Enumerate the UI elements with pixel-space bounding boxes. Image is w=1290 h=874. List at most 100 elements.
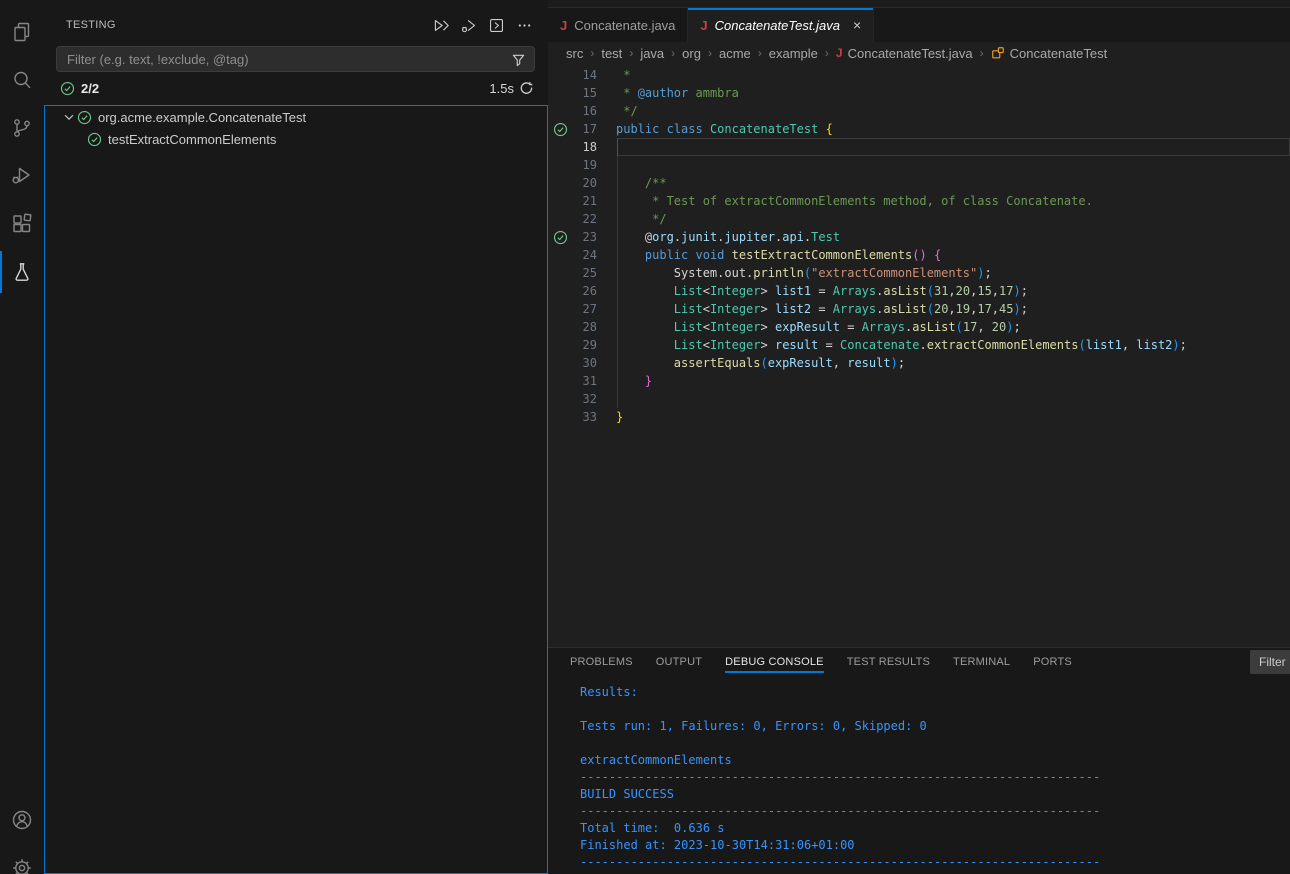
code-line[interactable]: 31 } bbox=[548, 372, 1290, 390]
code-line[interactable]: 14 * bbox=[548, 66, 1290, 84]
code-text: /** bbox=[616, 176, 667, 190]
code-line[interactable]: 29 List<Integer> result = Concatenate.ex… bbox=[548, 336, 1290, 354]
breadcrumb-item[interactable]: org bbox=[682, 46, 701, 61]
editor-tab[interactable]: JConcatenateTest.java× bbox=[688, 8, 874, 42]
settings-gear-icon[interactable] bbox=[0, 844, 44, 874]
code-line[interactable]: 28 List<Integer> expResult = Arrays.asLi… bbox=[548, 318, 1290, 336]
pass-count: 2/2 bbox=[81, 81, 489, 96]
console-line: ----------------------------------------… bbox=[580, 804, 1290, 821]
panel-tab-problems[interactable]: PROBLEMS bbox=[570, 648, 633, 676]
filter-funnel-icon[interactable] bbox=[511, 52, 526, 67]
breadcrumb-item[interactable]: acme bbox=[719, 46, 751, 61]
panel-tab-ports[interactable]: PORTS bbox=[1033, 648, 1072, 676]
code-text: List<Integer> expResult = Arrays.asList(… bbox=[616, 320, 1021, 334]
code-line[interactable]: 25 System.out.println("extractCommonElem… bbox=[548, 264, 1290, 282]
code-text: List<Integer> result = Concatenate.extra… bbox=[616, 338, 1187, 352]
line-number: 27 bbox=[548, 302, 597, 316]
code-text: * @author ammbra bbox=[616, 86, 739, 100]
code-line[interactable]: 33} bbox=[548, 408, 1290, 426]
breadcrumb-separator: › bbox=[590, 46, 594, 60]
panel-tab-test-results[interactable]: TEST RESULTS bbox=[847, 648, 930, 676]
breadcrumb-item[interactable]: JConcatenateTest.java bbox=[836, 46, 973, 61]
code-line[interactable]: 18 bbox=[548, 138, 1290, 156]
line-number: 19 bbox=[548, 158, 597, 172]
editor-tab[interactable]: JConcatenate.java bbox=[548, 8, 688, 42]
console-line: Finished at: 2023-10-30T14:31:06+01:00 bbox=[580, 838, 1290, 855]
refresh-icon[interactable] bbox=[519, 81, 534, 96]
code-text: public class ConcatenateTest { bbox=[616, 122, 833, 136]
testing-icon[interactable] bbox=[0, 248, 44, 296]
code-text: } bbox=[616, 410, 623, 424]
panel-tab-terminal[interactable]: TERMINAL bbox=[953, 648, 1010, 676]
code-line[interactable]: 19 bbox=[548, 156, 1290, 174]
run-all-icon[interactable] bbox=[429, 14, 451, 36]
panel-tab-output[interactable]: OUTPUT bbox=[656, 648, 702, 676]
console-line: ----------------------------------------… bbox=[580, 855, 1290, 872]
test-pass-gutter-icon[interactable] bbox=[553, 230, 567, 244]
test-filter-input[interactable]: Filter (e.g. text, !exclude, @tag) bbox=[56, 46, 535, 72]
code-line[interactable]: 27 List<Integer> list2 = Arrays.asList(2… bbox=[548, 300, 1290, 318]
open-results-icon[interactable] bbox=[485, 14, 507, 36]
console-filter-input[interactable]: Filter bbox=[1250, 650, 1290, 674]
code-line[interactable]: 20 /** bbox=[548, 174, 1290, 192]
editor-tabs: JConcatenate.javaJConcatenateTest.java× bbox=[548, 8, 1290, 42]
test-label: testExtractCommonElements bbox=[108, 132, 276, 147]
breadcrumb-item[interactable]: java bbox=[640, 46, 664, 61]
line-number: 24 bbox=[548, 248, 597, 262]
panel-tab-debug-console[interactable]: DEBUG CONSOLE bbox=[725, 648, 824, 676]
sidebar-header: TESTING bbox=[44, 12, 548, 38]
vscode-window: TESTING Filter (e.g. text, !exclude, @ta… bbox=[0, 0, 1290, 874]
code-line[interactable]: 30 assertEquals(expResult, result); bbox=[548, 354, 1290, 372]
debug-all-icon[interactable] bbox=[457, 14, 479, 36]
java-file-icon: J bbox=[560, 18, 567, 33]
code-text: assertEquals(expResult, result); bbox=[616, 356, 905, 370]
test-tree-item[interactable]: org.acme.example.ConcatenateTest bbox=[45, 106, 547, 128]
breadcrumb-item[interactable]: test bbox=[601, 46, 622, 61]
more-actions-icon[interactable] bbox=[513, 14, 535, 36]
explorer-icon[interactable] bbox=[0, 8, 44, 56]
indent-guide bbox=[617, 138, 618, 408]
panel-tabs: PROBLEMS OUTPUT DEBUG CONSOLE TEST RESULTS T… bbox=[548, 648, 1290, 676]
line-number: 20 bbox=[548, 176, 597, 190]
extensions-icon[interactable] bbox=[0, 200, 44, 248]
console-line: ----------------------------------------… bbox=[580, 770, 1290, 787]
test-label: org.acme.example.ConcatenateTest bbox=[98, 110, 306, 125]
code-text: public void testExtractCommonElements() … bbox=[616, 248, 941, 262]
test-tree: org.acme.example.ConcatenateTest testExtr… bbox=[44, 105, 548, 874]
breadcrumb-item[interactable]: example bbox=[769, 46, 818, 61]
search-icon[interactable] bbox=[0, 56, 44, 104]
class-symbol-icon bbox=[991, 46, 1005, 60]
test-duration: 1.5s bbox=[489, 81, 514, 96]
code-line[interactable]: 32 bbox=[548, 390, 1290, 408]
breadcrumb-item[interactable]: src bbox=[566, 46, 583, 61]
line-number: 21 bbox=[548, 194, 597, 208]
code-line[interactable]: 24 public void testExtractCommonElements… bbox=[548, 246, 1290, 264]
test-pass-gutter-icon[interactable] bbox=[553, 122, 567, 136]
code-line[interactable]: 23 @org.junit.jupiter.api.Test bbox=[548, 228, 1290, 246]
account-icon[interactable] bbox=[0, 796, 44, 844]
breadcrumb-separator: › bbox=[825, 46, 829, 60]
activity-bar bbox=[0, 0, 44, 874]
line-number: 15 bbox=[548, 86, 597, 100]
sidebar-title: TESTING bbox=[66, 19, 429, 31]
code-line[interactable]: 26 List<Integer> list1 = Arrays.asList(3… bbox=[548, 282, 1290, 300]
code-line[interactable]: 16 */ bbox=[548, 102, 1290, 120]
code-line[interactable]: 22 */ bbox=[548, 210, 1290, 228]
code-line[interactable]: 17public class ConcatenateTest { bbox=[548, 120, 1290, 138]
line-number: 31 bbox=[548, 374, 597, 388]
source-control-icon[interactable] bbox=[0, 104, 44, 152]
code-text: System.out.println("extractCommonElement… bbox=[616, 266, 992, 280]
code-line[interactable]: 15 * @author ammbra bbox=[548, 84, 1290, 102]
test-tree-item[interactable]: testExtractCommonElements bbox=[45, 128, 547, 150]
breadcrumb-item[interactable]: ConcatenateTest bbox=[991, 46, 1108, 61]
breadcrumb: src›test›java›org›acme›example›JConcaten… bbox=[548, 42, 1290, 64]
close-icon[interactable]: × bbox=[853, 17, 861, 33]
run-debug-icon[interactable] bbox=[0, 152, 44, 200]
line-number: 30 bbox=[548, 356, 597, 370]
line-number: 29 bbox=[548, 338, 597, 352]
code-line[interactable]: 21 * Test of extractCommonElements metho… bbox=[548, 192, 1290, 210]
code-editor[interactable]: 14 *15 * @author ammbra16 */17public cla… bbox=[548, 64, 1290, 647]
line-number: 16 bbox=[548, 104, 597, 118]
pass-check-icon bbox=[87, 132, 102, 147]
chevron-down-icon[interactable] bbox=[62, 110, 76, 124]
